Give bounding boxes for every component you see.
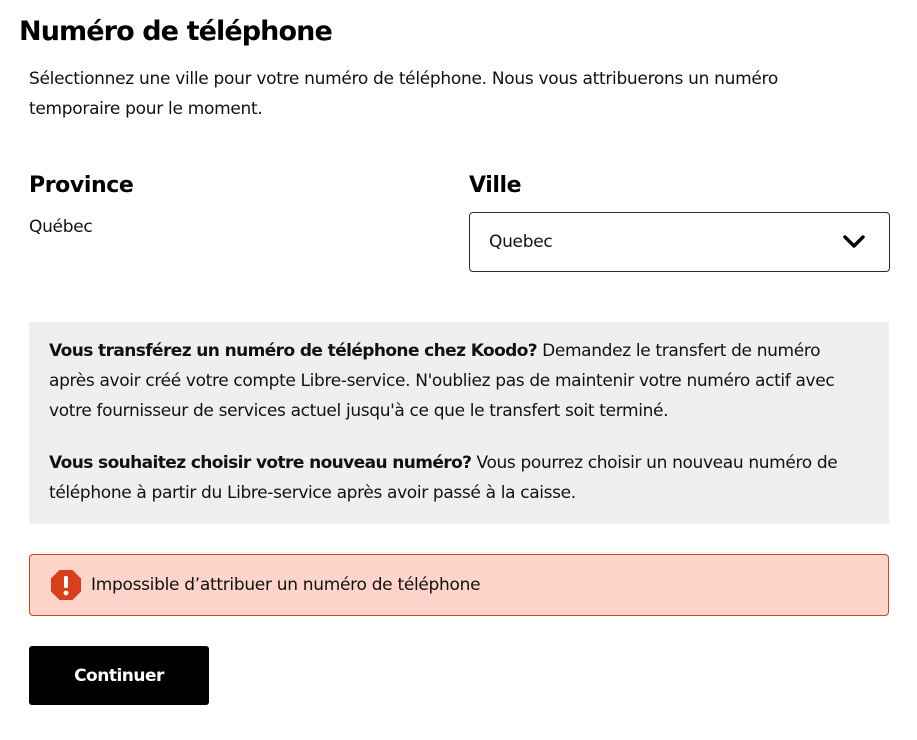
continue-button[interactable]: Continuer bbox=[29, 646, 209, 705]
intro-text: Sélectionnez une ville pour votre numéro… bbox=[29, 69, 778, 119]
chevron-down-icon bbox=[843, 235, 865, 249]
error-message: Impossible d’attribuer un numéro de télé… bbox=[91, 575, 481, 595]
transfer-info: Vous transférez un numéro de téléphone c… bbox=[49, 336, 859, 426]
page-title: Numéro de téléphone bbox=[19, 16, 333, 47]
error-octagon-icon bbox=[50, 569, 82, 601]
transfer-info-heading: Vous transférez un numéro de téléphone c… bbox=[49, 341, 538, 361]
phone-number-page: Numéro de téléphone Sélectionnez une vil… bbox=[0, 0, 917, 740]
province-label: Province bbox=[29, 173, 134, 198]
ville-selected-value: Quebec bbox=[489, 232, 553, 252]
info-box: Vous transférez un numéro de téléphone c… bbox=[29, 322, 889, 524]
ville-select[interactable]: Quebec bbox=[469, 212, 890, 272]
error-alert: Impossible d’attribuer un numéro de télé… bbox=[29, 554, 889, 616]
choose-number-info: Vous souhaitez choisir votre nouveau num… bbox=[49, 448, 859, 508]
choose-number-heading: Vous souhaitez choisir votre nouveau num… bbox=[49, 453, 472, 473]
province-value: Québec bbox=[29, 217, 93, 237]
ville-label: Ville bbox=[469, 173, 522, 198]
